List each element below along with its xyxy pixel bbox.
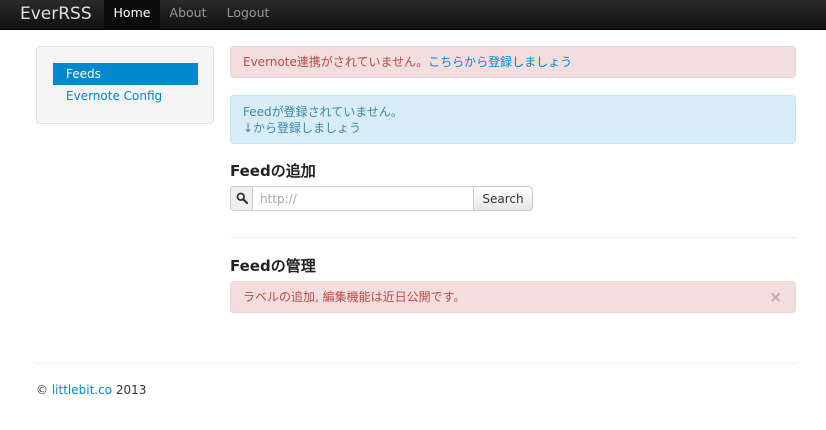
evernote-register-link[interactable]: こちらから登録しましょう — [428, 55, 572, 69]
nav-logout[interactable]: Logout — [220, 0, 276, 30]
close-icon[interactable]: × — [769, 282, 782, 312]
add-feed-heading: Feedの追加 — [230, 162, 316, 180]
feed-info-alert: Feedが登録されていません。 ↓から登録しましょう — [230, 95, 796, 144]
brand-logo[interactable]: EverRSS — [20, 4, 92, 24]
search-addon — [230, 186, 253, 211]
section-divider — [230, 237, 796, 238]
feed-alert-line1: Feedが登録されていません。 — [243, 105, 403, 119]
sidebar-item-feeds[interactable]: Feeds — [53, 63, 198, 85]
nav-about[interactable]: About — [162, 0, 214, 30]
manage-alert: ラベルの追加, 編集機能は近日公開です。 × — [230, 281, 796, 313]
evernote-alert: Evernote連携がされていません。こちらから登録しましょう — [230, 46, 796, 78]
manage-alert-text: ラベルの追加, 編集機能は近日公開です。 — [243, 290, 466, 304]
feed-url-input[interactable] — [252, 186, 474, 211]
copyright-symbol: © — [36, 383, 48, 397]
manage-feed-heading: Feedの管理 — [230, 257, 316, 275]
feed-alert-line2: ↓から登録しましょう — [243, 121, 362, 135]
sidebar-item-evernote-config[interactable]: Evernote Config — [53, 85, 198, 107]
footer: © littlebit.co 2013 — [36, 383, 146, 397]
top-navbar: EverRSS Home About Logout — [0, 0, 826, 30]
search-button[interactable]: Search — [473, 186, 533, 211]
footer-year: 2013 — [115, 383, 147, 397]
evernote-alert-text: Evernote連携がされていません。 — [243, 55, 429, 69]
sidebar: Feeds Evernote Config — [36, 46, 214, 124]
footer-divider — [36, 363, 796, 364]
footer-site-link[interactable]: littlebit.co — [52, 383, 112, 397]
nav-home[interactable]: Home — [104, 0, 160, 30]
